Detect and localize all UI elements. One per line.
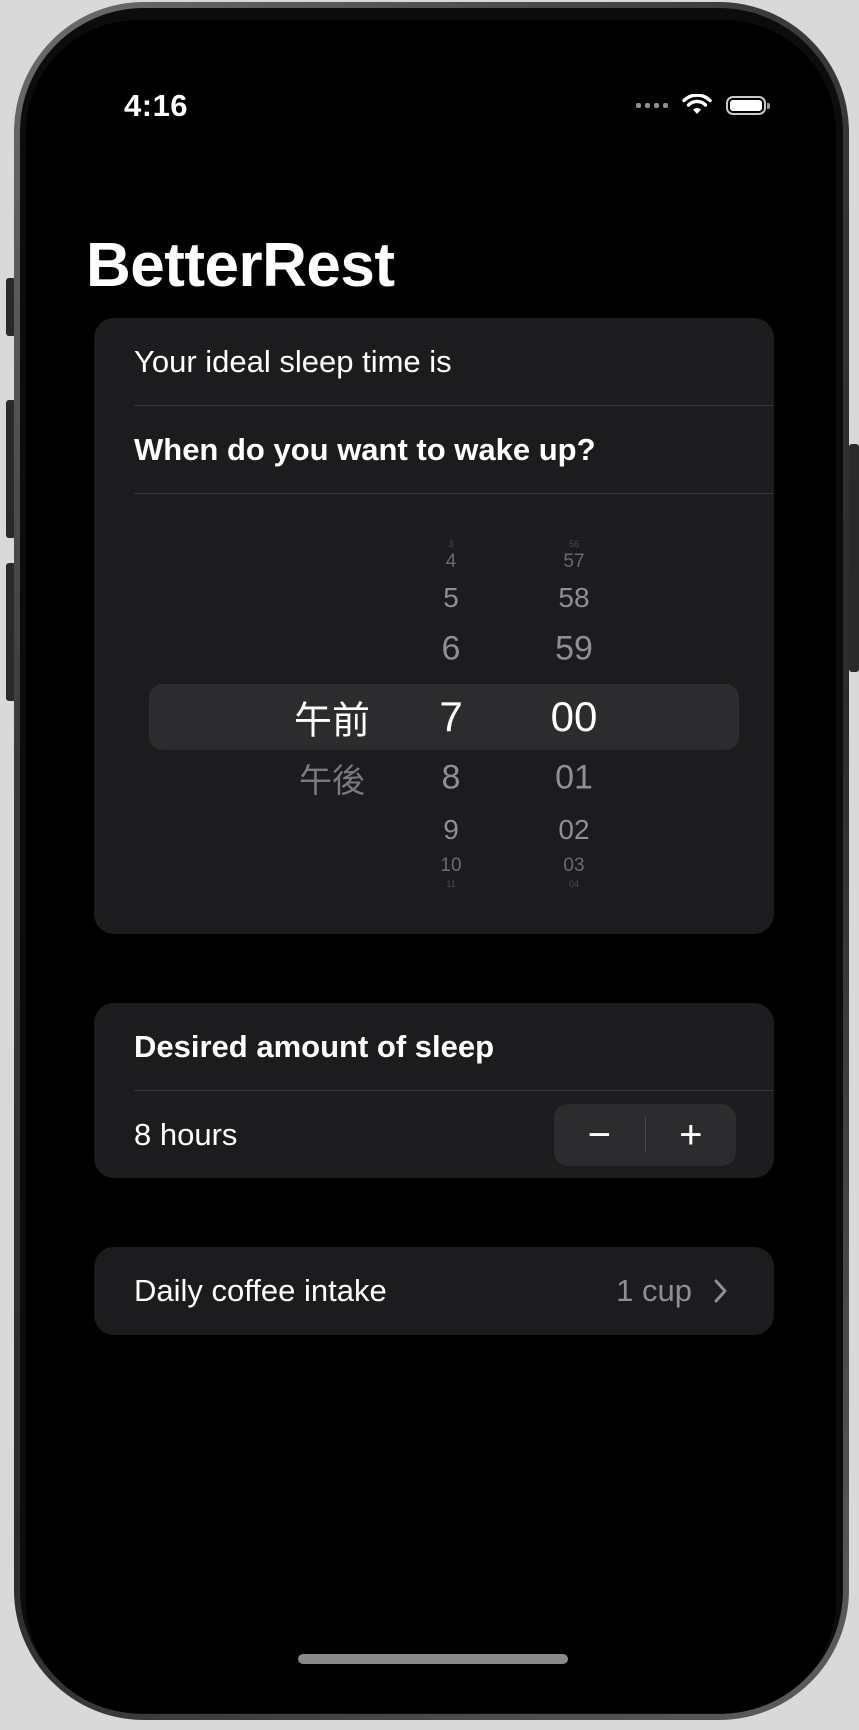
cellular-signal-icon <box>636 102 668 108</box>
picker-hour-option[interactable]: 6 <box>442 630 461 669</box>
picker-hour-option[interactable]: 11 <box>446 879 455 889</box>
sleep-amount-card: Desired amount of sleep 8 hours − + <box>94 1003 774 1178</box>
power-button <box>849 444 859 672</box>
ideal-sleep-label: Your ideal sleep time is <box>134 344 452 379</box>
picker-minute-option[interactable]: 56 <box>569 539 579 549</box>
picker-hour-option[interactable]: 5 <box>443 582 459 614</box>
wake-up-question: When do you want to wake up? <box>134 432 596 467</box>
coffee-value: 1 cup <box>616 1273 692 1308</box>
picker-minute-option[interactable]: 02 <box>558 814 589 846</box>
sleep-amount-value: 8 hours <box>134 1117 238 1152</box>
picker-hour-option[interactable]: 9 <box>443 814 459 846</box>
picker-minute-option[interactable]: 04 <box>569 879 579 889</box>
picker-hour-selected[interactable]: 7 <box>439 693 462 741</box>
picker-minute-option[interactable]: 01 <box>555 759 593 798</box>
status-time: 4:16 <box>124 88 189 123</box>
coffee-value-group: 1 cup <box>616 1247 728 1335</box>
sleep-stepper[interactable]: − + <box>554 1104 736 1166</box>
picker-minute-selected[interactable]: 00 <box>551 693 598 741</box>
wake-up-header: When do you want to wake up? <box>94 406 774 494</box>
picker-minute-option[interactable]: 58 <box>558 582 589 614</box>
picker-hour-option[interactable]: 4 <box>446 551 457 573</box>
sleep-amount-header: Desired amount of sleep <box>94 1003 774 1091</box>
time-picker[interactable]: 午前 午後 3 4 5 6 7 8 9 10 11 56 57 58 59 00… <box>94 494 774 934</box>
picker-hour-option[interactable]: 3 <box>448 539 453 549</box>
battery-icon <box>726 95 770 115</box>
increment-button[interactable]: + <box>646 1104 737 1166</box>
wake-up-card: Your ideal sleep time is When do you wan… <box>94 318 774 934</box>
picker-period-option[interactable]: 午後 <box>299 754 365 802</box>
coffee-card[interactable]: Daily coffee intake 1 cup <box>94 1247 774 1335</box>
picker-hour-option[interactable]: 10 <box>440 855 461 877</box>
chevron-right-icon <box>714 1279 727 1303</box>
home-indicator[interactable] <box>298 1654 568 1664</box>
phone-screen: 4:16 BetterRest Your ideal sleep time is… <box>26 20 836 1713</box>
page-title: BetterRest <box>86 231 395 300</box>
picker-minute-option[interactable]: 57 <box>563 551 584 573</box>
sleep-amount-row: 8 hours − + <box>94 1091 774 1178</box>
status-icons <box>636 94 770 116</box>
picker-period-selected[interactable]: 午前 <box>294 690 370 745</box>
coffee-row[interactable]: Daily coffee intake 1 cup <box>94 1247 774 1335</box>
coffee-label: Daily coffee intake <box>134 1273 387 1308</box>
picker-minute-option[interactable]: 03 <box>563 855 584 877</box>
wifi-icon <box>682 94 712 114</box>
picker-minute-option[interactable]: 59 <box>555 630 593 669</box>
ideal-sleep-row: Your ideal sleep time is <box>94 318 774 406</box>
sleep-amount-title: Desired amount of sleep <box>134 1029 495 1064</box>
decrement-button[interactable]: − <box>554 1104 645 1166</box>
picker-hour-option[interactable]: 8 <box>442 759 461 798</box>
